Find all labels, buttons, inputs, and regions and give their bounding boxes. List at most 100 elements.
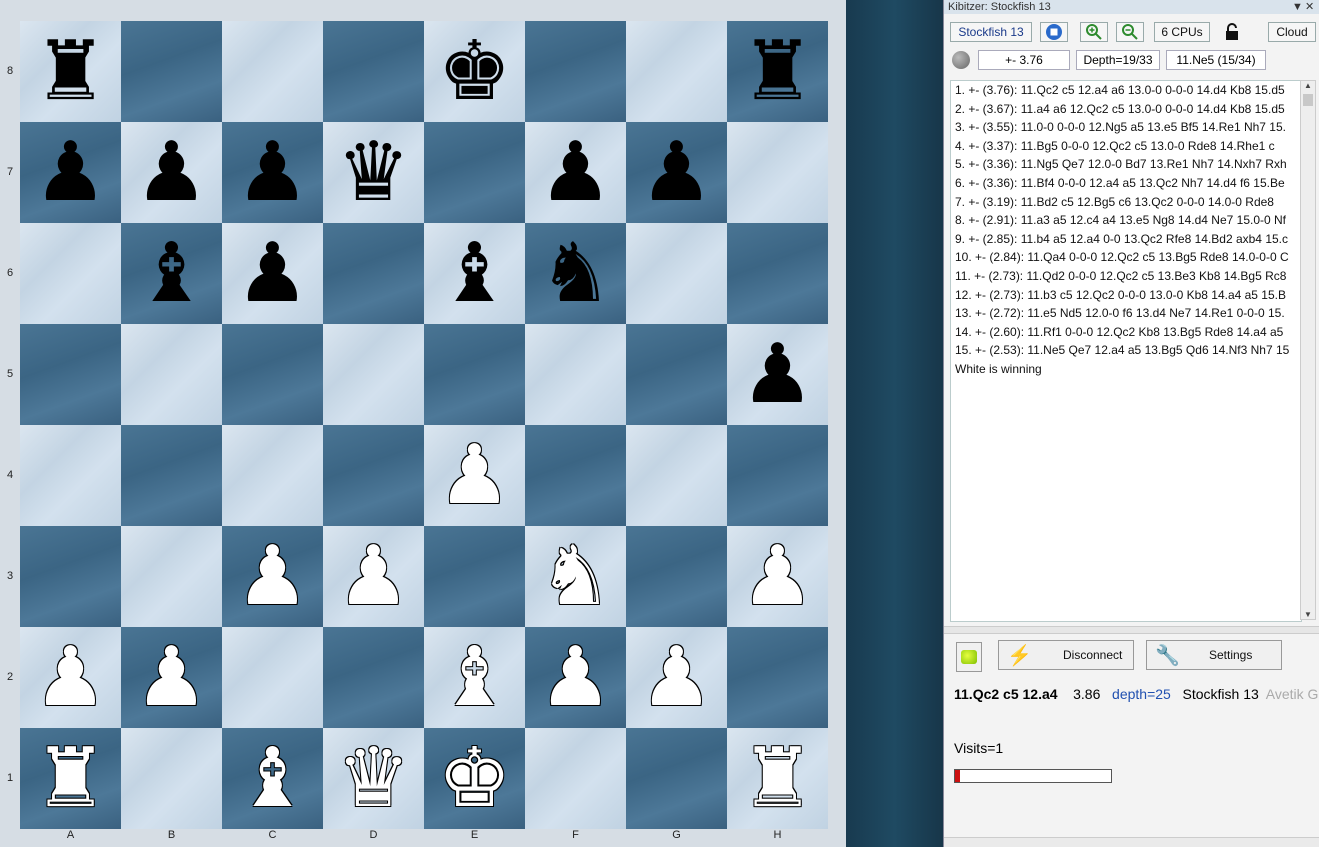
panel-splitter[interactable] — [944, 626, 1319, 634]
square-h5[interactable]: ♟ — [727, 324, 828, 425]
white-pawn-piece[interactable]: ♟ — [741, 535, 815, 618]
lock-button[interactable] — [1220, 22, 1244, 42]
square-e3[interactable] — [424, 526, 525, 627]
square-h8[interactable]: ♜ — [727, 21, 828, 122]
square-g4[interactable] — [626, 425, 727, 526]
analysis-line[interactable]: 12. +- (2.73): 11.b3 c5 12.Qc2 0-0-0 13.… — [951, 286, 1301, 305]
square-b8[interactable] — [121, 21, 222, 122]
white-bishop-piece[interactable]: ♝ — [236, 737, 310, 820]
white-queen-piece[interactable]: ♛ — [337, 737, 411, 820]
black-pawn-piece[interactable]: ♟ — [539, 131, 613, 214]
black-rook-piece[interactable]: ♜ — [34, 30, 108, 113]
analysis-line[interactable]: 8. +- (2.91): 11.a3 a5 12.c4 a4 13.e5 Ng… — [951, 211, 1301, 230]
square-f3[interactable]: ♞ — [525, 526, 626, 627]
black-pawn-piece[interactable]: ♟ — [34, 131, 108, 214]
square-b3[interactable] — [121, 526, 222, 627]
square-f1[interactable] — [525, 728, 626, 829]
best-move[interactable]: 11.Qc2 c5 12.a4 — [954, 686, 1058, 702]
square-a3[interactable] — [20, 526, 121, 627]
cloud-button[interactable]: Cloud — [1268, 22, 1316, 42]
square-d6[interactable] — [323, 223, 424, 324]
square-e2[interactable]: ♝ — [424, 627, 525, 728]
analysis-line[interactable]: 2. +- (3.67): 11.a4 a6 12.Qc2 c5 13.0-0 … — [951, 100, 1301, 119]
engine-name-button[interactable]: Stockfish 13 — [950, 22, 1032, 42]
square-c5[interactable] — [222, 324, 323, 425]
square-g2[interactable]: ♟ — [626, 627, 727, 728]
white-king-piece[interactable]: ♚ — [438, 737, 512, 820]
square-h2[interactable] — [727, 627, 828, 728]
black-pawn-piece[interactable]: ♟ — [135, 131, 209, 214]
analysis-line[interactable]: 3. +- (3.55): 11.0-0 0-0-0 12.Ng5 a5 13.… — [951, 118, 1301, 137]
add-line-button[interactable] — [1080, 22, 1108, 42]
white-pawn-piece[interactable]: ♟ — [135, 636, 209, 719]
square-d7[interactable]: ♛ — [323, 122, 424, 223]
analysis-line[interactable]: White is winning — [951, 360, 1301, 379]
square-b2[interactable]: ♟ — [121, 627, 222, 728]
vertical-scrollbar[interactable]: ▲ ▼ — [1300, 80, 1316, 620]
square-h3[interactable]: ♟ — [727, 526, 828, 627]
square-d1[interactable]: ♛ — [323, 728, 424, 829]
square-f8[interactable] — [525, 21, 626, 122]
square-a6[interactable] — [20, 223, 121, 324]
black-knight-piece[interactable]: ♞ — [539, 232, 613, 315]
square-c6[interactable]: ♟ — [222, 223, 323, 324]
analysis-line[interactable]: 11. +- (2.73): 11.Qd2 0-0-0 12.Qc2 c5 13… — [951, 267, 1301, 286]
black-rook-piece[interactable]: ♜ — [741, 30, 815, 113]
square-e8[interactable]: ♚ — [424, 21, 525, 122]
square-g1[interactable] — [626, 728, 727, 829]
square-e6[interactable]: ♝ — [424, 223, 525, 324]
square-b6[interactable]: ♝ — [121, 223, 222, 324]
square-f6[interactable]: ♞ — [525, 223, 626, 324]
square-b4[interactable] — [121, 425, 222, 526]
cpus-button[interactable]: 6 CPUs — [1154, 22, 1210, 42]
square-f4[interactable] — [525, 425, 626, 526]
white-pawn-piece[interactable]: ♟ — [438, 434, 512, 517]
square-d5[interactable] — [323, 324, 424, 425]
square-c1[interactable]: ♝ — [222, 728, 323, 829]
square-d2[interactable] — [323, 627, 424, 728]
white-pawn-piece[interactable]: ♟ — [640, 636, 714, 719]
square-g3[interactable] — [626, 526, 727, 627]
square-b1[interactable] — [121, 728, 222, 829]
square-c7[interactable]: ♟ — [222, 122, 323, 223]
square-h1[interactable]: ♜ — [727, 728, 828, 829]
white-rook-piece[interactable]: ♜ — [34, 737, 108, 820]
scroll-thumb[interactable] — [1303, 94, 1313, 106]
remove-line-button[interactable] — [1116, 22, 1144, 42]
black-pawn-piece[interactable]: ♟ — [236, 131, 310, 214]
black-pawn-piece[interactable]: ♟ — [741, 333, 815, 416]
dropdown-arrow-icon[interactable]: ▼ — [1292, 0, 1303, 14]
settings-button[interactable]: 🔧 Settings — [1146, 640, 1282, 670]
analysis-line[interactable]: 10. +- (2.84): 11.Qa4 0-0-0 12.Qc2 c5 13… — [951, 248, 1301, 267]
square-d8[interactable] — [323, 21, 424, 122]
square-a5[interactable] — [20, 324, 121, 425]
black-pawn-piece[interactable]: ♟ — [236, 232, 310, 315]
analysis-line[interactable]: 4. +- (3.37): 11.Bg5 0-0-0 12.Qc2 c5 13.… — [951, 137, 1301, 156]
scroll-down-icon[interactable]: ▼ — [1301, 610, 1315, 619]
square-h4[interactable] — [727, 425, 828, 526]
black-bishop-piece[interactable]: ♝ — [135, 232, 209, 315]
square-f2[interactable]: ♟ — [525, 627, 626, 728]
square-b7[interactable]: ♟ — [121, 122, 222, 223]
analysis-line[interactable]: 9. +- (2.85): 11.b4 a5 12.a4 0-0 13.Qc2 … — [951, 230, 1301, 249]
white-pawn-piece[interactable]: ♟ — [539, 636, 613, 719]
square-b5[interactable] — [121, 324, 222, 425]
analysis-line[interactable]: 15. +- (2.53): 11.Ne5 Qe7 12.a4 a5 13.Bg… — [951, 341, 1301, 360]
white-rook-piece[interactable]: ♜ — [741, 737, 815, 820]
square-e5[interactable] — [424, 324, 525, 425]
square-g7[interactable]: ♟ — [626, 122, 727, 223]
black-pawn-piece[interactable]: ♟ — [640, 131, 714, 214]
square-h7[interactable] — [727, 122, 828, 223]
stop-button[interactable] — [1040, 22, 1068, 42]
square-g6[interactable] — [626, 223, 727, 324]
square-e7[interactable] — [424, 122, 525, 223]
square-e4[interactable]: ♟ — [424, 425, 525, 526]
black-bishop-piece[interactable]: ♝ — [438, 232, 512, 315]
close-icon[interactable]: ✕ — [1305, 0, 1314, 14]
square-g5[interactable] — [626, 324, 727, 425]
white-pawn-piece[interactable]: ♟ — [337, 535, 411, 618]
square-e1[interactable]: ♚ — [424, 728, 525, 829]
horizontal-scrollbar[interactable] — [944, 837, 1319, 847]
black-queen-piece[interactable]: ♛ — [337, 131, 411, 214]
square-c2[interactable] — [222, 627, 323, 728]
